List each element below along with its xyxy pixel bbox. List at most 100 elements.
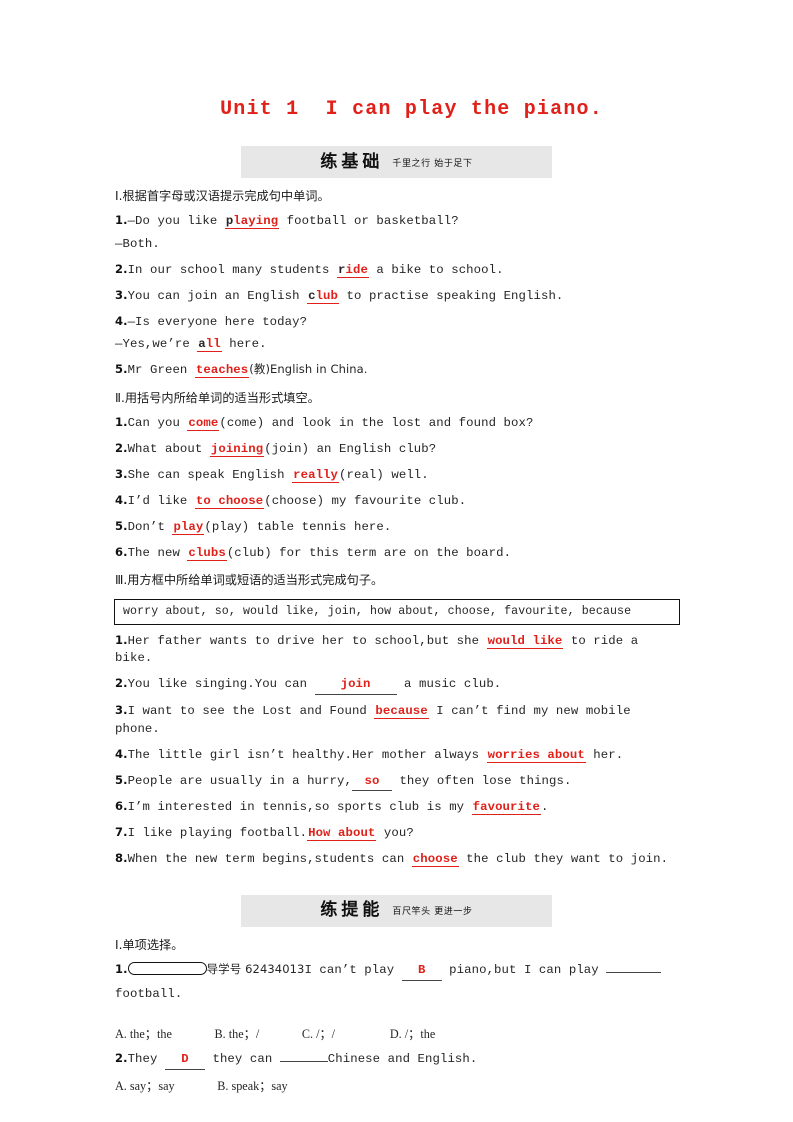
question-number: 1. bbox=[115, 632, 128, 647]
question-text-pre: In our school many students bbox=[127, 262, 337, 277]
question-number: 4. bbox=[115, 313, 128, 328]
question-text-pre: I’m interested in tennis,so sports club … bbox=[127, 800, 472, 815]
answer-blank[interactable]: all bbox=[197, 337, 222, 353]
question-item: 5.People are usually in a hurry, so they … bbox=[115, 772, 680, 792]
question-text-post: Chinese and English. bbox=[327, 1051, 478, 1066]
question-number: 2. bbox=[115, 261, 128, 276]
question-extra-line: —Both. bbox=[115, 237, 160, 252]
question-number: 3. bbox=[115, 287, 128, 302]
question-text-post: (choose) my favourite club. bbox=[264, 493, 467, 508]
answer-blank[interactable]: join bbox=[314, 676, 397, 696]
answer-blank[interactable]: clubs bbox=[187, 545, 227, 561]
given-letter: c bbox=[308, 288, 316, 303]
part-heading-1: Ⅰ.根据首字母或汉语提示完成句中单词。 bbox=[115, 189, 330, 203]
question-text-pre: You can join an English bbox=[127, 288, 308, 303]
question-text-post: a bike to school. bbox=[368, 262, 504, 277]
section-band-advanced: 练提能 百尺竿头 更进一步 bbox=[241, 894, 552, 927]
answer-text: ll bbox=[205, 337, 221, 352]
part-heading-2: Ⅱ.用括号内所给单词的适当形式填空。 bbox=[115, 391, 320, 406]
answer-text: lub bbox=[315, 288, 339, 303]
answer-blank[interactable]: joining bbox=[209, 442, 265, 458]
question-text-post: her. bbox=[585, 747, 624, 762]
section-band-basics: 练基础 千里之行 始于足下 bbox=[241, 146, 552, 178]
section-band-subtitle: 百尺竿头 更进一步 bbox=[392, 907, 473, 918]
question-text-mid: they can bbox=[204, 1051, 280, 1066]
question-text-post: (join) an English club? bbox=[264, 442, 437, 457]
question-text-pre: Don’t bbox=[127, 519, 173, 534]
question-text-post: (real) well. bbox=[339, 468, 429, 483]
question-item: 3.I want to see the Lost and Found becau… bbox=[115, 702, 680, 739]
answer-blank[interactable]: worries about bbox=[486, 747, 586, 763]
question-text-pre: —Is everyone here today? bbox=[127, 314, 308, 329]
part-heading-3: Ⅲ.用方框中所给单词或短语的适当形式完成句子。 bbox=[115, 573, 384, 588]
answer-blank[interactable]: D bbox=[164, 1051, 205, 1070]
question-number: 2. bbox=[115, 441, 128, 456]
question-text-pre: What about bbox=[127, 442, 210, 457]
question-text-mid: piano,but I can play bbox=[441, 963, 607, 978]
question-number: 5. bbox=[115, 772, 128, 787]
question-text-pre: I like playing football. bbox=[127, 826, 308, 841]
question-text-pre: I want to see the Lost and Found bbox=[127, 704, 375, 719]
question-number: 7. bbox=[115, 825, 128, 840]
question-text-pre: The little girl isn’t healthy.Her mother… bbox=[127, 747, 487, 762]
answer-blank[interactable]: play bbox=[172, 519, 205, 535]
question-text-post: (club) for this term are on the board. bbox=[226, 545, 512, 560]
question-text-pre: The new bbox=[127, 545, 188, 560]
question-text-pre: Mr Green bbox=[127, 363, 195, 378]
section-band-title: 练基础 bbox=[320, 151, 384, 172]
answer-blank[interactable]: B bbox=[401, 962, 442, 982]
question-item: 7.I like playing football.How about you? bbox=[115, 824, 680, 843]
question-number: 5. bbox=[115, 362, 128, 377]
question-item: 8.When the new term begins,students can … bbox=[115, 850, 680, 869]
answer-blank[interactable]: playing bbox=[224, 214, 280, 230]
question-item: 1.—Do you like playing football or baske… bbox=[115, 212, 680, 231]
question-text-pre: I can’t play bbox=[304, 963, 402, 978]
question-text-pre: When the new term begins,students can bbox=[127, 852, 412, 867]
answer-blank[interactable]: come bbox=[187, 416, 220, 432]
question-text-post: the club they want to join. bbox=[458, 852, 669, 867]
empty-blank[interactable] bbox=[279, 1060, 328, 1062]
answer-blank[interactable]: club bbox=[307, 288, 340, 304]
page-title: Unit 1 I can play the piano. bbox=[220, 98, 603, 121]
mc-options[interactable]: A. the；the B. the；/ C. /；/ D. /；the bbox=[115, 1026, 680, 1043]
answer-blank[interactable]: to choose bbox=[194, 493, 265, 509]
mc-options[interactable]: A. say；say B. speak；say bbox=[115, 1078, 680, 1095]
answer-blank[interactable]: ride bbox=[337, 262, 369, 278]
question-text-post: football or basketball? bbox=[279, 214, 459, 229]
guide-number-label: 导学号 62434013 bbox=[206, 962, 305, 977]
question-item: 5.Don’t play(play) table tennis here. bbox=[115, 518, 680, 537]
question-text-pre: She can speak English bbox=[127, 468, 293, 483]
extra-text-pre: —Yes,we’re bbox=[115, 337, 198, 352]
mc-question-wrap: football. bbox=[115, 987, 183, 1002]
question-item: 4.I’d like to choose(choose) my favourit… bbox=[115, 492, 680, 511]
question-item: 4.The little girl isn’t healthy.Her moth… bbox=[115, 746, 680, 765]
question-item: 1.Her father wants to drive her to schoo… bbox=[115, 632, 680, 669]
question-text-post: a music club. bbox=[396, 677, 502, 692]
question-text-pre: Her father wants to drive her to school,… bbox=[127, 633, 487, 648]
mc-question-item: 2.They D they can Chinese and English. bbox=[115, 1050, 680, 1070]
question-item: 4.—Is everyone here today? bbox=[115, 313, 680, 332]
question-item: 2.You like singing.You can join a music … bbox=[115, 675, 680, 696]
question-number: 2. bbox=[115, 1050, 128, 1065]
question-text-pre: I’d like bbox=[127, 493, 195, 508]
question-number: 8. bbox=[115, 851, 128, 866]
question-text-post: you? bbox=[376, 826, 414, 841]
answer-blank[interactable]: favourite bbox=[471, 800, 541, 816]
question-text-post: . bbox=[540, 800, 549, 815]
answer-blank[interactable]: really bbox=[292, 468, 340, 484]
question-text-post: (教)English in China. bbox=[249, 362, 368, 377]
question-text-pre: —Do you like bbox=[127, 214, 225, 229]
answer-blank[interactable]: teaches bbox=[194, 363, 250, 379]
answer-blank[interactable]: so bbox=[351, 773, 392, 792]
question-item: 2.In our school many students ride a bik… bbox=[115, 261, 680, 280]
question-number: 3. bbox=[115, 467, 128, 482]
question-text-pre: People are usually in a hurry, bbox=[127, 773, 352, 788]
question-number: 5. bbox=[115, 518, 128, 533]
answer-blank[interactable]: How about bbox=[307, 826, 377, 842]
answer-blank[interactable]: because bbox=[374, 704, 429, 720]
answer-blank[interactable]: would like bbox=[486, 633, 564, 649]
question-text-post: to practise speaking English. bbox=[339, 288, 564, 303]
empty-blank[interactable] bbox=[606, 972, 662, 974]
question-number: 4. bbox=[115, 746, 128, 761]
answer-blank[interactable]: choose bbox=[411, 852, 459, 868]
